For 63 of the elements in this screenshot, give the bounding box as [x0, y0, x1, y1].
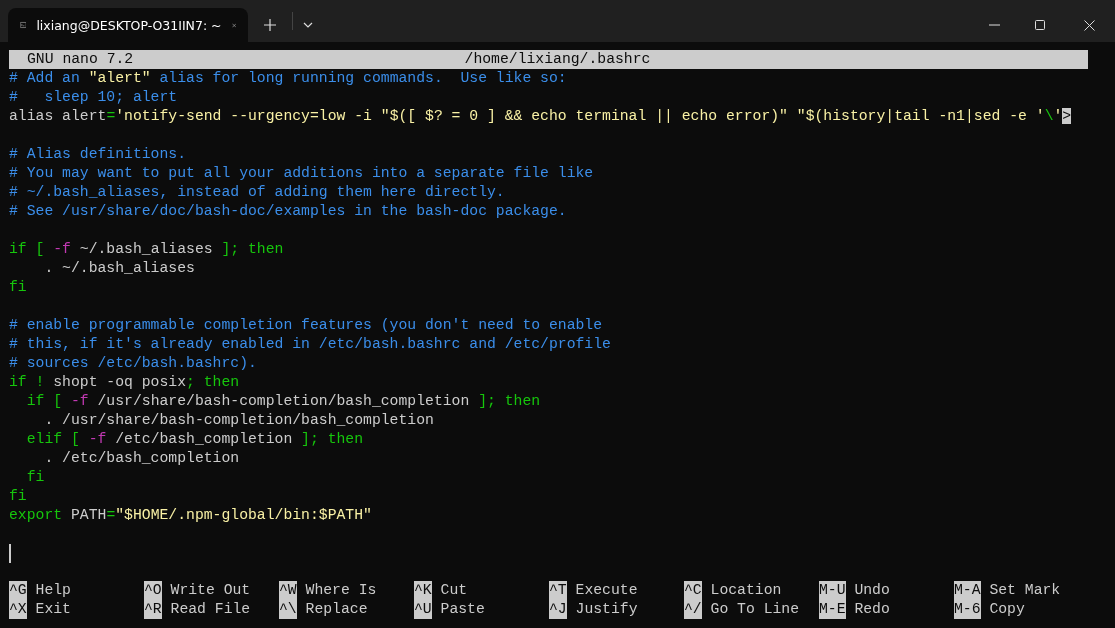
file-path: /home/lixiang/.bashrc	[464, 50, 651, 69]
shortcut-key: ^C	[684, 581, 702, 600]
text-cursor	[9, 544, 11, 563]
code-line: . ~/.bash_aliases	[43, 259, 196, 278]
close-icon[interactable]	[1083, 19, 1095, 31]
code-line: elif [ -f /etc/bash_completion ]; then	[25, 430, 365, 449]
shortcut-label: Redo	[854, 600, 890, 619]
shortcut-key: ^G	[9, 581, 27, 600]
code-line: # Add an "alert" alias for long running commands. Use like so:	[9, 69, 568, 88]
maximize-icon[interactable]	[1035, 20, 1045, 30]
shortcut-label: Copy	[989, 600, 1025, 619]
code-line: # See /usr/share/doc/bash-doc/examples in the bash-doc package.	[9, 202, 568, 221]
shortcut-key: M-A	[954, 581, 981, 600]
shortcut-key: ^J	[549, 600, 567, 619]
new-tab-icon[interactable]	[264, 19, 276, 31]
shortcut-key: ^W	[279, 581, 297, 600]
shortcut-key: ^K	[414, 581, 432, 600]
shortcut-label: Undo	[854, 581, 890, 600]
shortcut-key: M-U	[819, 581, 846, 600]
shortcut-label: Execute	[575, 581, 638, 600]
code-line: . /usr/share/bash-completion/bash_completion	[43, 411, 435, 430]
code-line: fi	[9, 278, 28, 297]
code-line: if [ -f /usr/share/bash-completion/bash_completion ]; then	[25, 392, 542, 411]
code-line: alias alert='notify-send --urgency=low -i "$([ $? = 0 ] && echo terminal || echo error)" "$(history|tail -n1|sed -e '\'>	[9, 107, 1073, 126]
code-line: fi	[25, 468, 46, 487]
shortcut-label: Paste	[440, 600, 485, 619]
shortcut-label: Where Is	[305, 581, 377, 600]
code-line: # sleep 10; alert	[9, 88, 179, 107]
code-line: if [ -f ~/.bash_aliases ]; then	[9, 240, 285, 259]
shortcut-label: Exit	[35, 600, 71, 619]
code-line: # ~/.bash_aliases, instead of adding them here directly.	[9, 183, 506, 202]
shortcut-label: Location	[710, 581, 782, 600]
shortcut-key: M-6	[954, 600, 981, 619]
terminal-tab[interactable]: lixiang@DESKTOP-O31IIN7: ~	[8, 8, 248, 42]
shortcut-label: Set Mark	[989, 581, 1061, 600]
shortcut-key: ^O	[144, 581, 162, 600]
shortcut-label: Justify	[575, 600, 638, 619]
minimize-icon[interactable]	[988, 24, 1000, 26]
code-line: # sources /etc/bash.bashrc).	[9, 354, 258, 373]
shortcut-key: ^/	[684, 600, 702, 619]
shortcut-key: ^X	[9, 600, 27, 619]
code-line: . /etc/bash_completion	[43, 449, 241, 468]
code-line: # You may want to put all your additions into a separate file like	[9, 164, 595, 183]
code-line: export PATH="$HOME/.npm-global/bin:$PATH"	[9, 506, 373, 525]
shortcut-key: ^T	[549, 581, 567, 600]
code-line: fi	[9, 487, 28, 506]
app-version: GNU nano 7.2	[27, 50, 135, 69]
shortcut-label: Write Out	[170, 581, 251, 600]
shortcut-key: ^U	[414, 600, 432, 619]
overflow-marker: >	[1062, 108, 1072, 124]
code-line: if ! shopt -oq posix; then	[9, 373, 241, 392]
shortcut-label: Go To Line	[710, 600, 800, 619]
shortcut-key: ^\	[279, 600, 297, 619]
shortcut-key: M-E	[819, 600, 846, 619]
code-line: # this, if it's already enabled in /etc/bash.bashrc and /etc/profile	[9, 335, 612, 354]
shortcut-label: Help	[35, 581, 71, 600]
code-line: # enable programmable completion features (you don't need to enable	[9, 316, 604, 335]
shortcut-key: ^R	[144, 600, 162, 619]
shortcut-label: Read File	[170, 600, 251, 619]
code-line: # Alias definitions.	[9, 145, 188, 164]
shortcut-label: Cut	[440, 581, 468, 600]
shortcut-label: Replace	[305, 600, 368, 619]
chevron-down-icon[interactable]	[303, 22, 313, 28]
